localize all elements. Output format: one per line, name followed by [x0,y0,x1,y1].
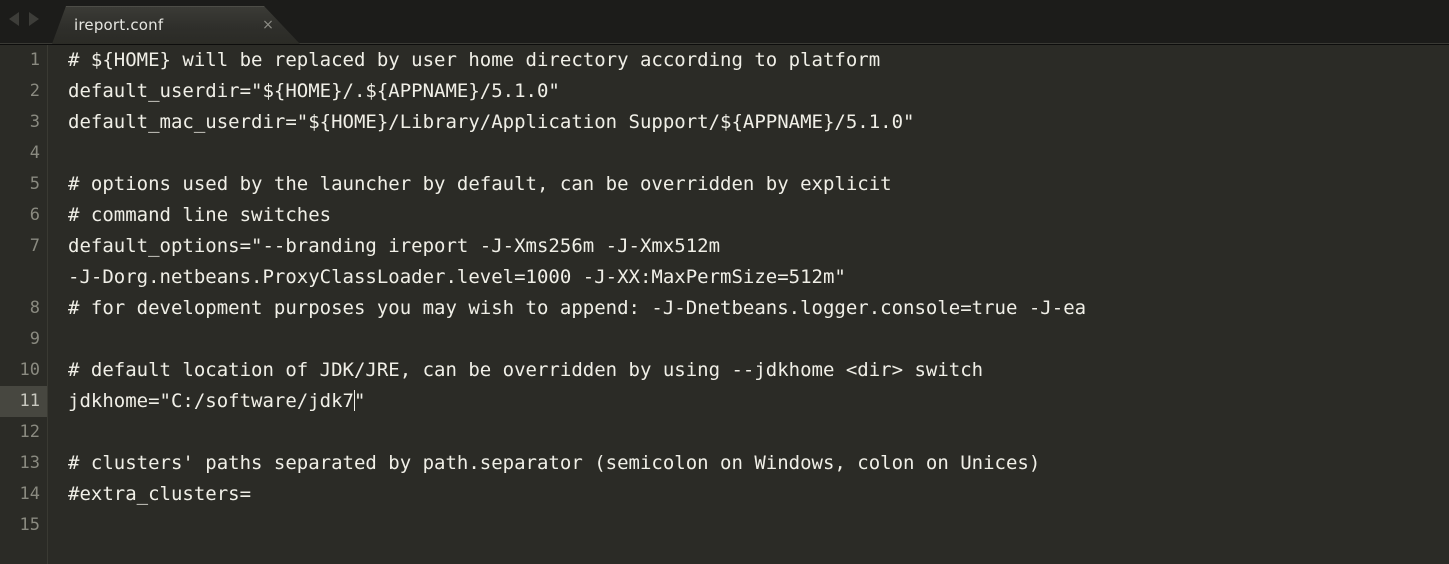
code-line[interactable] [48,138,1449,169]
code-line[interactable]: # ${HOME} will be replaced by user home … [48,45,1449,76]
code-line[interactable] [48,417,1449,448]
line-number: 13 [19,453,40,473]
triangle-right-icon [29,12,39,26]
code-editor[interactable]: 1 2 3 4 5 6 7 8 9 10 11 12 13 14 15 # ${… [0,45,1449,564]
close-icon[interactable]: × [260,17,276,33]
code-line[interactable]: #extra_clusters= [48,479,1449,510]
tab-ireport-conf[interactable]: ireport.conf × [52,6,300,44]
code-line[interactable]: # clusters' paths separated by path.sepa… [48,448,1449,479]
editor-window: ireport.conf × 1 2 3 4 5 6 7 8 9 10 11 1… [0,0,1449,564]
line-number: 12 [19,422,40,442]
code-line[interactable]: # for development purposes you may wish … [48,293,1449,324]
line-number: 5 [29,174,40,194]
line-number: 7 [29,236,40,256]
line-number: 3 [29,112,40,132]
triangle-left-icon [9,12,19,26]
code-line[interactable]: # default location of JDK/JRE, can be ov… [48,355,1449,386]
tab-bar: ireport.conf × [0,0,1449,45]
tab-scroll-left-button[interactable] [6,10,22,28]
code-text-area[interactable]: # ${HOME} will be replaced by user home … [48,45,1449,564]
code-line-active[interactable]: jdkhome="C:/software/jdk7" [48,386,1449,417]
line-number: 2 [29,81,40,101]
code-line[interactable]: default_userdir="${HOME}/.${APPNAME}/5.1… [48,76,1449,107]
line-number-gutter: 1 2 3 4 5 6 7 8 9 10 11 12 13 14 15 [0,45,48,564]
line-number: 14 [19,484,40,504]
code-line[interactable] [48,324,1449,355]
code-text-after-caret: " [353,390,366,412]
tab-label: ireport.conf [74,16,164,34]
code-text-before-caret: jdkhome="C:/software/jdk7 [68,390,354,412]
code-line[interactable]: default_mac_userdir="${HOME}/Library/App… [48,107,1449,138]
code-line[interactable]: default_options="--branding ireport -J-X… [48,231,1449,262]
code-line[interactable]: # options used by the launcher by defaul… [48,169,1449,200]
code-line[interactable]: # command line switches [48,200,1449,231]
line-number: 8 [29,298,40,318]
line-number: 10 [19,360,40,380]
code-line-wrapped[interactable]: -J-Dorg.netbeans.ProxyClassLoader.level=… [48,262,1449,293]
tab-content: ireport.conf [52,6,215,44]
tab-navigation-arrows [6,10,42,28]
line-number: 6 [29,205,40,225]
line-number-wrap-spacer [0,262,47,293]
line-number-active: 11 [0,386,47,417]
line-number: 9 [29,329,40,349]
line-number: 4 [29,143,40,163]
code-line[interactable] [48,510,1449,541]
line-number: 15 [19,515,40,535]
tab-scroll-right-button[interactable] [26,10,42,28]
tab-strip: ireport.conf × [52,4,300,44]
line-number: 1 [29,50,40,70]
